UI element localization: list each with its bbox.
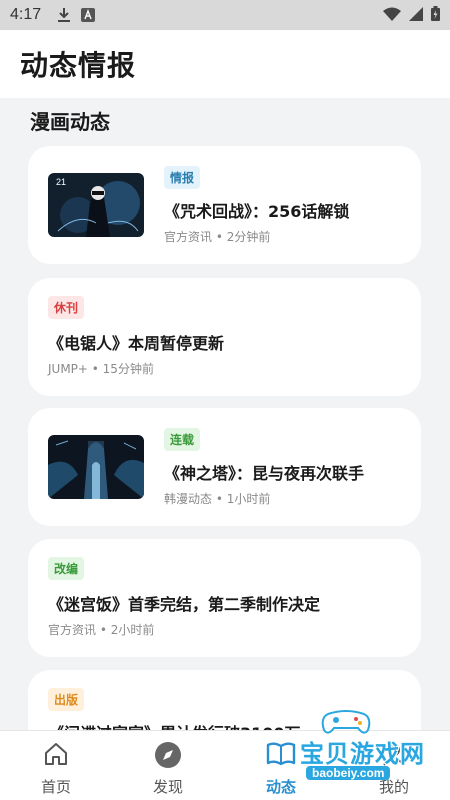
- cover-volume-number: 21: [56, 177, 66, 187]
- news-card[interactable]: 休刊 《电锯人》本周暂停更新 JUMP+ • 15分钟前: [28, 278, 421, 396]
- signal-icon: [409, 6, 423, 25]
- status-time: 4:17: [10, 6, 42, 23]
- watermark: 宝贝游戏网 baobeiy.com: [300, 706, 450, 786]
- card-meta: 官方资讯 • 2分钟前: [164, 230, 271, 244]
- tag-badge: 改编: [48, 557, 85, 580]
- manga-cover-jujutsu: 21: [48, 173, 144, 237]
- tag-badge: 连载: [164, 428, 201, 451]
- tag-badge: 情报: [164, 166, 201, 189]
- status-bar: 4:17: [0, 0, 450, 30]
- a-icon: [81, 8, 96, 22]
- app-header: 动态情报: [0, 30, 450, 98]
- download-icon: [57, 7, 71, 23]
- tag-badge: 出版: [48, 688, 85, 711]
- watermark-url: baobeiy.com: [306, 766, 391, 780]
- card-meta: 官方资讯 • 2小时前: [48, 623, 155, 637]
- card-meta: 韩漫动态 • 1小时前: [164, 492, 271, 506]
- card-title: 《神之塔》：昆与夜再次联手: [164, 464, 365, 483]
- manga-cover-tower-of-god: [48, 435, 144, 499]
- card-title: 《咒术回战》：256话解锁: [164, 202, 350, 221]
- battery-icon: [431, 5, 440, 25]
- tag-badge: 休刊: [48, 296, 85, 319]
- card-meta: JUMP+ • 15分钟前: [48, 362, 154, 376]
- nav-item-home[interactable]: 首页: [0, 731, 112, 800]
- section-title: 漫画动态: [30, 110, 110, 134]
- nav-label: 首页: [40, 778, 71, 796]
- nav-item-discover[interactable]: 发现: [112, 731, 224, 800]
- home-icon: [43, 741, 69, 771]
- card-title: 《间谍过家家》累计发行破3100万: [48, 720, 301, 730]
- news-card[interactable]: 改编 《迷宫饭》首季完结，第二季制作决定 官方资讯 • 2小时前: [28, 539, 421, 657]
- news-card[interactable]: 连载 《神之塔》：昆与夜再次联手 韩漫动态 • 1小时前: [28, 408, 421, 526]
- compass-icon: [154, 741, 182, 773]
- card-title: 《电锯人》本周暂停更新: [48, 334, 225, 353]
- book-icon: [266, 741, 296, 771]
- news-card[interactable]: 21 情报 《咒术回战》：256话解锁 官方资讯 • 2分钟前: [28, 146, 421, 264]
- wifi-icon: [383, 6, 401, 25]
- card-title: 《迷宫饭》首季完结，第二季制作决定: [48, 595, 321, 614]
- nav-label: 发现: [152, 778, 183, 796]
- watermark-text: 宝贝游戏网: [300, 740, 425, 768]
- page-title: 动态情报: [20, 49, 137, 82]
- news-feed[interactable]: 漫画动态 21 情报 《咒术回战》：256话解锁 官方资讯 • 2分钟前 休刊 …: [0, 98, 450, 730]
